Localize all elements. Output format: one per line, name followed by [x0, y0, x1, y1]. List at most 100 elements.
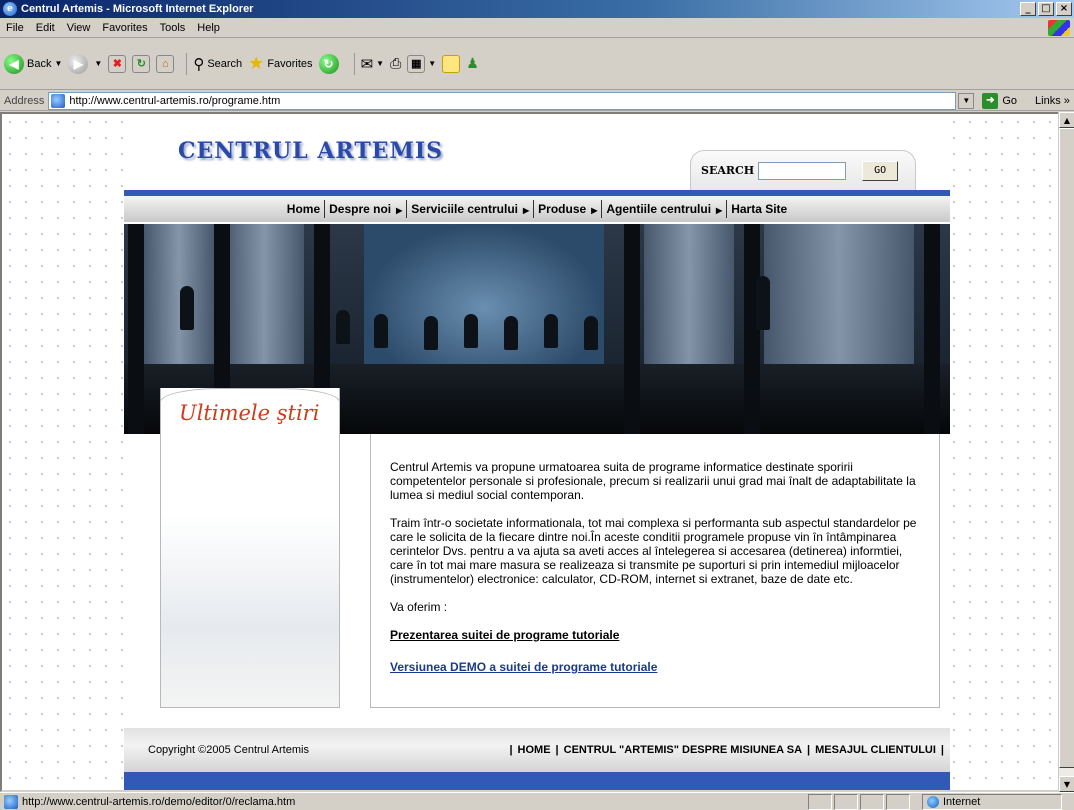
refresh-icon: ↻ — [132, 54, 151, 73]
status-cell — [886, 793, 910, 810]
menu-view[interactable]: View — [61, 22, 97, 34]
back-button[interactable]: ◀ Back ▼ — [4, 53, 62, 74]
nav-despre-noi-label: Despre noi — [329, 202, 392, 216]
back-label: Back — [27, 57, 52, 70]
scroll-down-arrow-icon[interactable]: ▼ — [1059, 776, 1074, 792]
submenu-arrow-icon: ▶ — [396, 206, 403, 215]
status-bar: http://www.centrul-artemis.ro/demo/edito… — [0, 792, 1074, 810]
hero-person — [336, 310, 350, 344]
scroll-thumb[interactable] — [1059, 128, 1074, 768]
demo-link[interactable]: Versiunea DEMO a suitei de programe tuto… — [390, 660, 924, 674]
discuss-icon — [442, 54, 461, 73]
address-url: http://www.centrul-artemis.ro/programe.h… — [69, 94, 281, 107]
submenu-arrow-icon: ▶ — [523, 206, 530, 215]
print-icon: ⎙ — [390, 55, 402, 71]
nav-produse[interactable]: Produse ▶ — [533, 200, 601, 218]
minimize-button[interactable]: _ — [1020, 2, 1036, 16]
hero-world-map — [364, 224, 604, 364]
footer-separator: | — [807, 744, 811, 756]
hero-pillar — [624, 224, 640, 434]
web-page: CENTRUL ARTEMIS SEARCH GO Home Despre no… — [124, 116, 950, 790]
mail-dropdown-icon[interactable]: ▼ — [376, 59, 384, 68]
footer-links: | HOME | CENTRUL "ARTEMIS" DESPRE MISIUN… — [509, 744, 944, 756]
footer-separator: | — [509, 744, 513, 756]
links-button[interactable]: Links » — [1035, 95, 1070, 107]
nav-home-label: Home — [286, 202, 321, 216]
status-cell — [860, 793, 884, 810]
menu-tools[interactable]: Tools — [154, 22, 192, 34]
go-arrow-icon[interactable]: ➜ — [982, 92, 999, 109]
footer-link-misiune[interactable]: CENTRUL "ARTEMIS" DESPRE MISIUNEA SA — [564, 744, 802, 756]
refresh-button[interactable]: ↻ — [132, 54, 151, 73]
forward-button[interactable]: ▶ ▼ — [68, 53, 102, 74]
edit-dropdown-icon[interactable]: ▼ — [428, 59, 436, 68]
favorites-button[interactable]: ★ Favorites — [248, 53, 312, 74]
go-button[interactable]: Go — [1002, 95, 1017, 107]
nav-despre-noi[interactable]: Despre noi ▶ — [324, 200, 406, 218]
hero-pillar — [128, 224, 144, 434]
scroll-up-arrow-icon[interactable]: ▲ — [1059, 112, 1074, 128]
hero-person — [424, 316, 438, 350]
footer-link-mesajul[interactable]: MESAJUL CLIENTULUI — [815, 744, 936, 756]
site-search-input[interactable] — [758, 161, 847, 180]
title-bar: e Centrul Artemis - Microsoft Internet E… — [0, 0, 1074, 18]
edit-button[interactable]: ▦ ▼ — [407, 54, 436, 73]
nav-serviciile-centrului[interactable]: Serviciile centrului ▶ — [406, 200, 533, 218]
close-button[interactable]: × — [1056, 2, 1072, 16]
menu-favorites[interactable]: Favorites — [96, 22, 153, 34]
main-content: Centrul Artemis va propune urmatoarea su… — [390, 460, 924, 674]
presentation-link[interactable]: Prezentarea suitei de programe tutoriale — [390, 628, 924, 642]
home-button[interactable]: ⌂ — [156, 54, 175, 73]
browser-viewport: CENTRUL ARTEMIS SEARCH GO Home Despre no… — [0, 112, 1074, 792]
security-zone: Internet — [922, 793, 1062, 810]
messenger-button[interactable]: ♟ — [466, 55, 479, 72]
page-icon — [51, 93, 66, 108]
menu-edit[interactable]: Edit — [30, 22, 61, 34]
history-button[interactable]: ↻ — [318, 53, 342, 74]
favorites-label: Favorites — [267, 57, 313, 70]
mail-icon: ✉ — [360, 55, 374, 73]
search-button[interactable]: ⚲ Search — [193, 55, 242, 73]
status-cell — [834, 793, 858, 810]
address-input[interactable]: http://www.centrul-artemis.ro/programe.h… — [48, 91, 957, 110]
news-panel — [160, 388, 340, 708]
maximize-button[interactable]: □ — [1038, 2, 1054, 16]
search-icon: ⚲ — [193, 55, 205, 73]
back-dropdown-icon[interactable]: ▼ — [54, 59, 62, 68]
mail-button[interactable]: ✉ ▼ — [361, 55, 385, 73]
hero-person — [584, 316, 598, 350]
menu-file[interactable]: File — [0, 22, 30, 34]
footer-bar — [124, 772, 950, 790]
site-logo[interactable]: CENTRUL ARTEMIS — [178, 138, 443, 164]
stop-button[interactable]: ✖ — [108, 54, 127, 73]
print-button[interactable]: ⎙ — [390, 55, 401, 72]
address-dropdown-icon[interactable]: ▼ — [958, 92, 975, 109]
menu-help[interactable]: Help — [191, 22, 226, 34]
status-cell — [808, 793, 832, 810]
copyright-text: Copyright ©2005 Centrul Artemis — [148, 744, 309, 756]
site-search-go-button[interactable]: GO — [862, 160, 899, 181]
hero-pillar — [924, 224, 940, 434]
discuss-button[interactable] — [442, 54, 461, 73]
body-paragraph: Traim într-o societate informationala, t… — [390, 516, 917, 586]
internet-globe-icon — [927, 795, 939, 808]
security-zone-label: Internet — [943, 795, 981, 808]
nav-harta-site[interactable]: Harta Site — [726, 200, 791, 218]
history-icon: ↻ — [318, 53, 339, 74]
status-text: http://www.centrul-artemis.ro/demo/edito… — [22, 795, 296, 808]
hero-window-panel — [644, 224, 734, 364]
footer-link-home[interactable]: HOME — [518, 744, 551, 756]
address-label: Address — [4, 94, 45, 107]
hero-person — [504, 316, 518, 350]
nav-agentiile-centrului[interactable]: Agentiile centrului ▶ — [601, 200, 726, 218]
edit-icon: ▦ — [407, 54, 426, 73]
forward-dropdown-icon[interactable]: ▼ — [94, 59, 102, 68]
hero-window-panel — [144, 224, 214, 364]
forward-arrow-icon: ▶ — [68, 53, 89, 74]
hero-person — [464, 314, 478, 348]
favorites-star-icon: ★ — [248, 53, 265, 73]
vertical-scrollbar[interactable]: ▲ ▼ — [1058, 112, 1074, 792]
site-search-box: SEARCH GO — [690, 150, 916, 190]
nav-home[interactable]: Home — [283, 200, 324, 218]
toolbar-separator — [353, 52, 355, 75]
